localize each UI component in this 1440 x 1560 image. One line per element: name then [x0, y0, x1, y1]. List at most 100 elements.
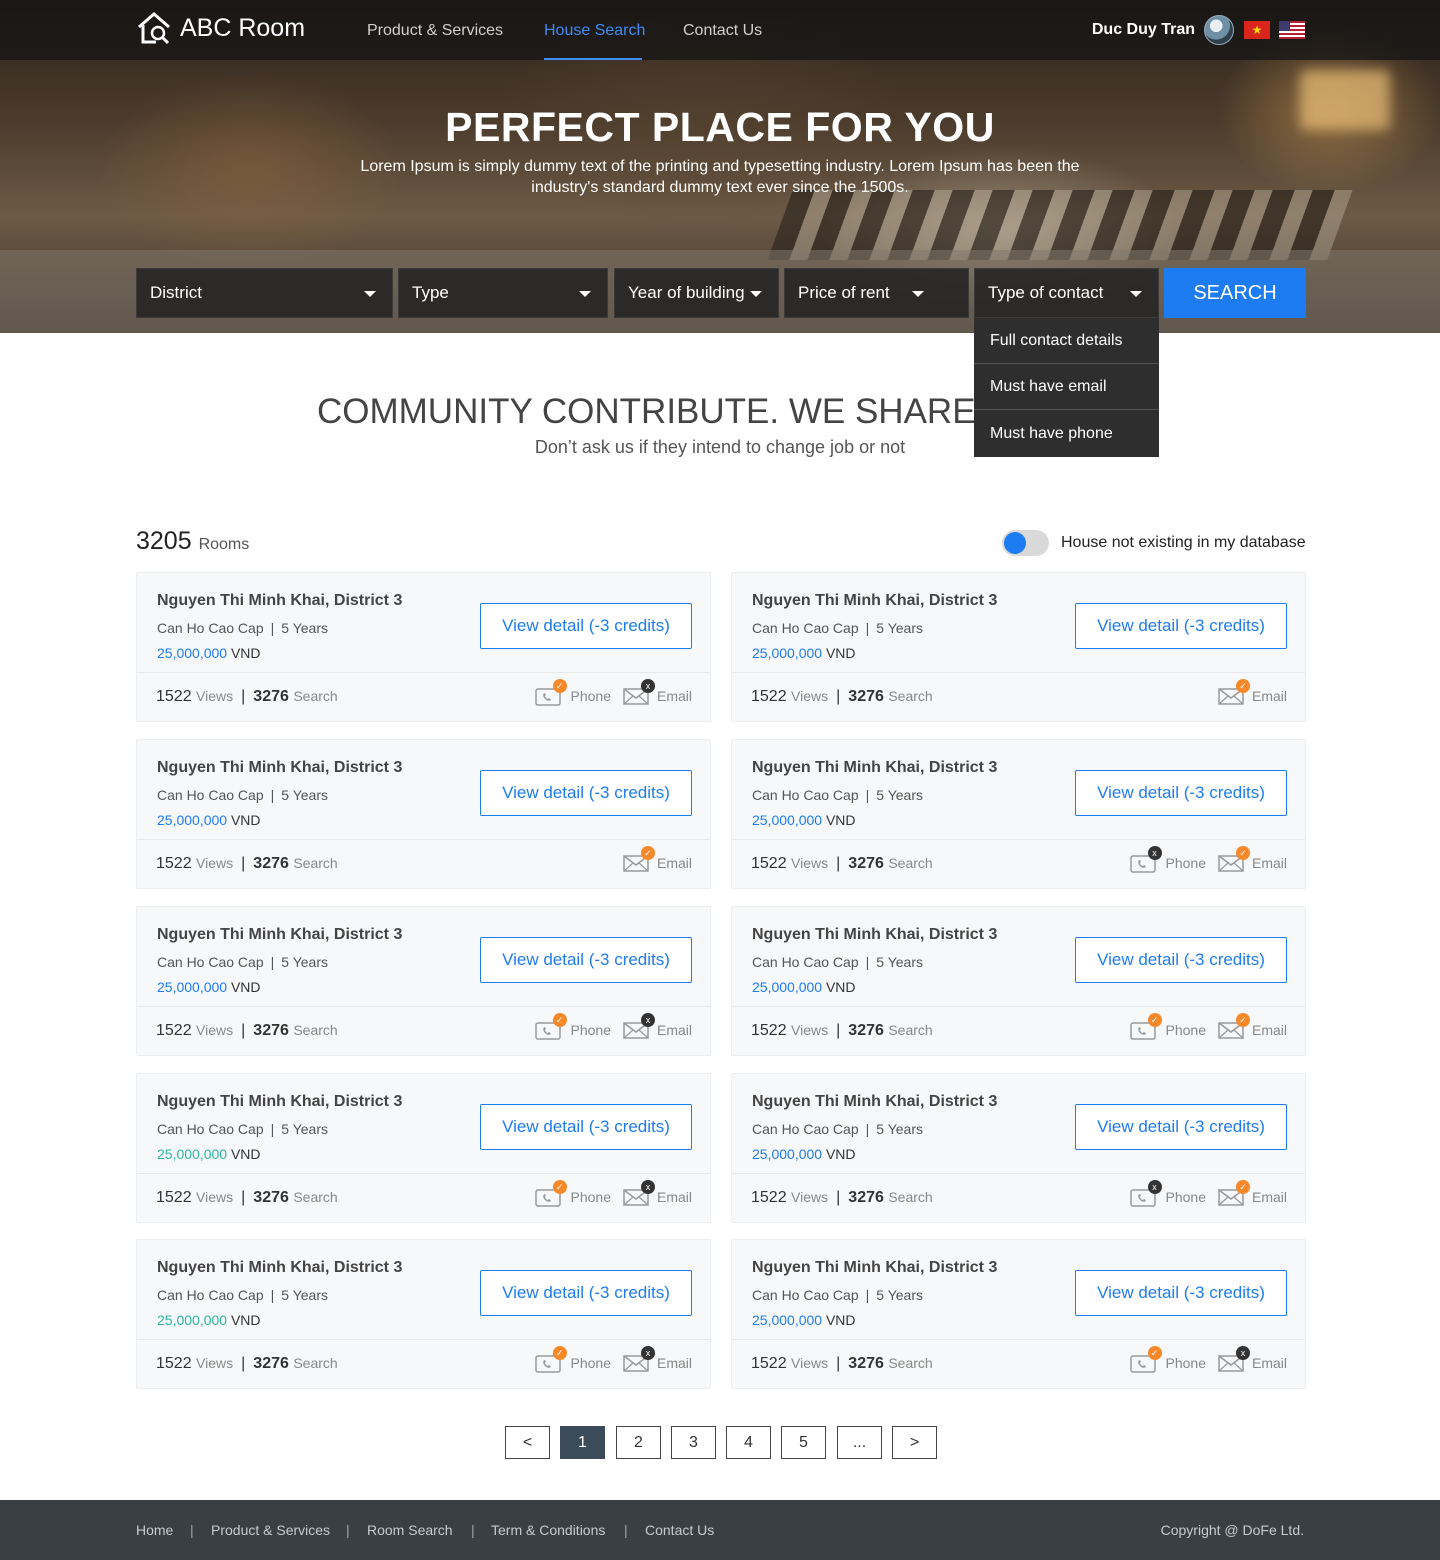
footer-link-contact-us[interactable]: Contact Us [645, 1522, 714, 1538]
page-3-button[interactable]: 3 [671, 1426, 716, 1459]
email-contact[interactable]: x Email [623, 1013, 692, 1040]
room-card[interactable]: Nguyen Thi Minh Khai, District 3 Can Ho C… [136, 1073, 711, 1223]
views-count: 1522 [751, 1022, 787, 1039]
view-detail-button[interactable]: View detail (-3 credits) [480, 937, 692, 983]
nav-contact-us[interactable]: Contact Us [683, 22, 762, 40]
page-4-button[interactable]: 4 [726, 1426, 771, 1459]
year-of-building-select[interactable]: Year of building [614, 268, 779, 318]
room-card[interactable]: Nguyen Thi Minh Khai, District 3 Can Ho C… [136, 1239, 711, 1389]
room-card[interactable]: Nguyen Thi Minh Khai, District 3 Can Ho C… [731, 1073, 1306, 1223]
x-badge-icon: x [640, 1180, 655, 1194]
select-label: District [150, 283, 202, 302]
phone-contact[interactable]: x Phone [1129, 846, 1206, 873]
views-count: 1522 [156, 1355, 192, 1372]
email-contact[interactable]: ✓ Email [1218, 1013, 1287, 1040]
dropdown-option-must-have-email[interactable]: Must have email [974, 364, 1159, 410]
type-select[interactable]: Type [398, 268, 608, 318]
nav-product-services[interactable]: Product & Services [367, 22, 503, 40]
phone-contact[interactable]: x Phone [1129, 1180, 1206, 1207]
view-detail-button[interactable]: View detail (-3 credits) [1075, 937, 1287, 983]
search-label: Search [888, 1189, 933, 1205]
meta-separator: | [270, 1121, 275, 1137]
price-currency: VND [230, 1146, 261, 1162]
check-badge-icon: ✓ [552, 679, 567, 693]
search-button[interactable]: SEARCH [1164, 268, 1306, 318]
room-meta: Can Ho Cao Cap | 5 Years [752, 620, 923, 636]
next-page-button[interactable]: > [892, 1426, 937, 1459]
email-label: Email [656, 688, 692, 704]
footer-link-home[interactable]: Home [136, 1522, 173, 1538]
email-icon: ✓ [1218, 1013, 1250, 1040]
footer-link-terms[interactable]: Term & Conditions [491, 1522, 605, 1538]
room-age: 5 Years [876, 1287, 923, 1303]
search-count: 3276 [253, 1022, 289, 1039]
view-detail-button[interactable]: View detail (-3 credits) [480, 603, 692, 649]
stats-separator: | [836, 855, 841, 872]
room-type: Can Ho Cao Cap [752, 1121, 859, 1137]
email-contact[interactable]: ✓ Email [1218, 846, 1287, 873]
email-label: Email [656, 855, 692, 871]
view-detail-button[interactable]: View detail (-3 credits) [480, 770, 692, 816]
room-meta: Can Ho Cao Cap | 5 Years [157, 1287, 328, 1303]
search-count: 3276 [848, 688, 884, 705]
footer-link-room-search[interactable]: Room Search [367, 1522, 453, 1538]
view-detail-button[interactable]: View detail (-3 credits) [1075, 770, 1287, 816]
phone-contact[interactable]: ✓ Phone [534, 679, 611, 706]
price-of-rent-select[interactable]: Price of rent [784, 268, 969, 318]
nav-house-search[interactable]: House Search [544, 22, 645, 40]
room-card[interactable]: Nguyen Thi Minh Khai, District 3 Can Ho C… [136, 572, 711, 722]
view-detail-button[interactable]: View detail (-3 credits) [1075, 603, 1287, 649]
room-card[interactable]: Nguyen Thi Minh Khai, District 3 Can Ho C… [731, 739, 1306, 889]
phone-contact[interactable]: ✓ Phone [534, 1346, 611, 1373]
email-contact[interactable]: ✓ Email [1218, 679, 1287, 706]
room-card[interactable]: Nguyen Thi Minh Khai, District 3 Can Ho C… [731, 1239, 1306, 1389]
views-count: 1522 [156, 855, 192, 872]
meta-separator: | [865, 1121, 870, 1137]
check-badge-icon: ✓ [552, 1346, 567, 1360]
view-detail-button[interactable]: View detail (-3 credits) [1075, 1104, 1287, 1150]
stats-separator: | [241, 1355, 246, 1372]
page-5-button[interactable]: 5 [781, 1426, 826, 1459]
phone-label: Phone [570, 1189, 611, 1205]
email-contact[interactable]: x Email [623, 1180, 692, 1207]
email-contact[interactable]: x Email [623, 1346, 692, 1373]
user-name[interactable]: Duc Duy Tran [1092, 21, 1195, 39]
view-detail-button[interactable]: View detail (-3 credits) [1075, 1270, 1287, 1316]
room-age: 5 Years [876, 620, 923, 636]
email-contact[interactable]: x Email [1218, 1346, 1287, 1373]
views-label: Views [791, 1355, 829, 1371]
database-toggle[interactable] [1002, 530, 1049, 556]
vietnam-flag-icon[interactable]: ★ [1244, 21, 1270, 39]
view-detail-button[interactable]: View detail (-3 credits) [480, 1270, 692, 1316]
view-detail-button[interactable]: View detail (-3 credits) [480, 1104, 692, 1150]
email-contact[interactable]: x Email [623, 679, 692, 706]
price-value: 25,000,000 [752, 1312, 823, 1328]
phone-contact[interactable]: ✓ Phone [534, 1180, 611, 1207]
district-select[interactable]: District [136, 268, 393, 318]
room-age: 5 Years [281, 620, 328, 636]
phone-contact[interactable]: ✓ Phone [1129, 1013, 1206, 1040]
email-contact[interactable]: ✓ Email [1218, 1180, 1287, 1207]
room-type: Can Ho Cao Cap [157, 787, 264, 803]
prev-page-button[interactable]: < [505, 1426, 550, 1459]
room-address: Nguyen Thi Minh Khai, District 3 [157, 926, 403, 943]
page-1-button[interactable]: 1 [560, 1426, 605, 1459]
room-card[interactable]: Nguyen Thi Minh Khai, District 3 Can Ho C… [136, 906, 711, 1056]
logo[interactable]: ABC Room [136, 10, 305, 46]
dropdown-option-full-contact[interactable]: Full contact details [974, 318, 1159, 364]
us-flag-icon[interactable] [1279, 21, 1305, 39]
type-of-contact-select[interactable]: Type of contact [974, 268, 1159, 318]
page-2-button[interactable]: 2 [616, 1426, 661, 1459]
avatar[interactable] [1204, 15, 1234, 45]
room-card[interactable]: Nguyen Thi Minh Khai, District 3 Can Ho C… [136, 739, 711, 889]
room-card[interactable]: Nguyen Thi Minh Khai, District 3 Can Ho C… [731, 906, 1306, 1056]
email-contact[interactable]: ✓ Email [623, 846, 692, 873]
phone-icon: x [1129, 846, 1162, 873]
phone-contact[interactable]: ✓ Phone [534, 1013, 611, 1040]
room-price: 25,000,000 VND [752, 812, 856, 828]
dropdown-option-must-have-phone[interactable]: Must have phone [974, 410, 1159, 457]
phone-contact[interactable]: ✓ Phone [1129, 1346, 1206, 1373]
room-stats: 1522 Views | 3276 Search [156, 1022, 338, 1040]
room-card[interactable]: Nguyen Thi Minh Khai, District 3 Can Ho C… [731, 572, 1306, 722]
footer-link-product-services[interactable]: Product & Services [211, 1522, 330, 1538]
